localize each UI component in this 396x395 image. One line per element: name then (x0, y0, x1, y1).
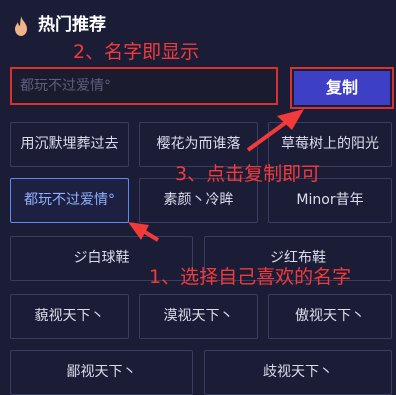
page-title: 热门推荐 (38, 15, 106, 35)
name-option-1[interactable]: 用沉默埋葬过去 (10, 122, 129, 167)
copy-button-highlight: 复制 (290, 67, 394, 109)
flame-icon (15, 16, 27, 36)
name-option-13[interactable]: 歧视天下丶 (204, 350, 392, 395)
name-option-12[interactable]: 鄙视天下丶 (10, 350, 193, 395)
name-display-field[interactable]: 都玩不过爱情° (10, 67, 278, 105)
annotation-step3: 3、点击复制即可 (175, 163, 321, 185)
name-option-4-selected[interactable]: 都玩不过爱情° (10, 178, 129, 223)
name-option-11[interactable]: 傲视天下丶 (268, 294, 392, 339)
name-option-2[interactable]: 樱花为而谁落 (139, 122, 258, 167)
name-option-10[interactable]: 漠视天下丶 (139, 294, 258, 339)
name-display-value: 都玩不过爱情° (20, 78, 111, 94)
name-option-9[interactable]: 藐视天下丶 (10, 294, 129, 339)
annotation-step1: 1、选择自己喜欢的名字 (149, 266, 352, 288)
copy-button[interactable]: 复制 (294, 71, 390, 105)
annotation-step2: 2、名字即显示 (73, 41, 200, 63)
name-option-3[interactable]: 草莓树上的阳光 (268, 122, 392, 167)
